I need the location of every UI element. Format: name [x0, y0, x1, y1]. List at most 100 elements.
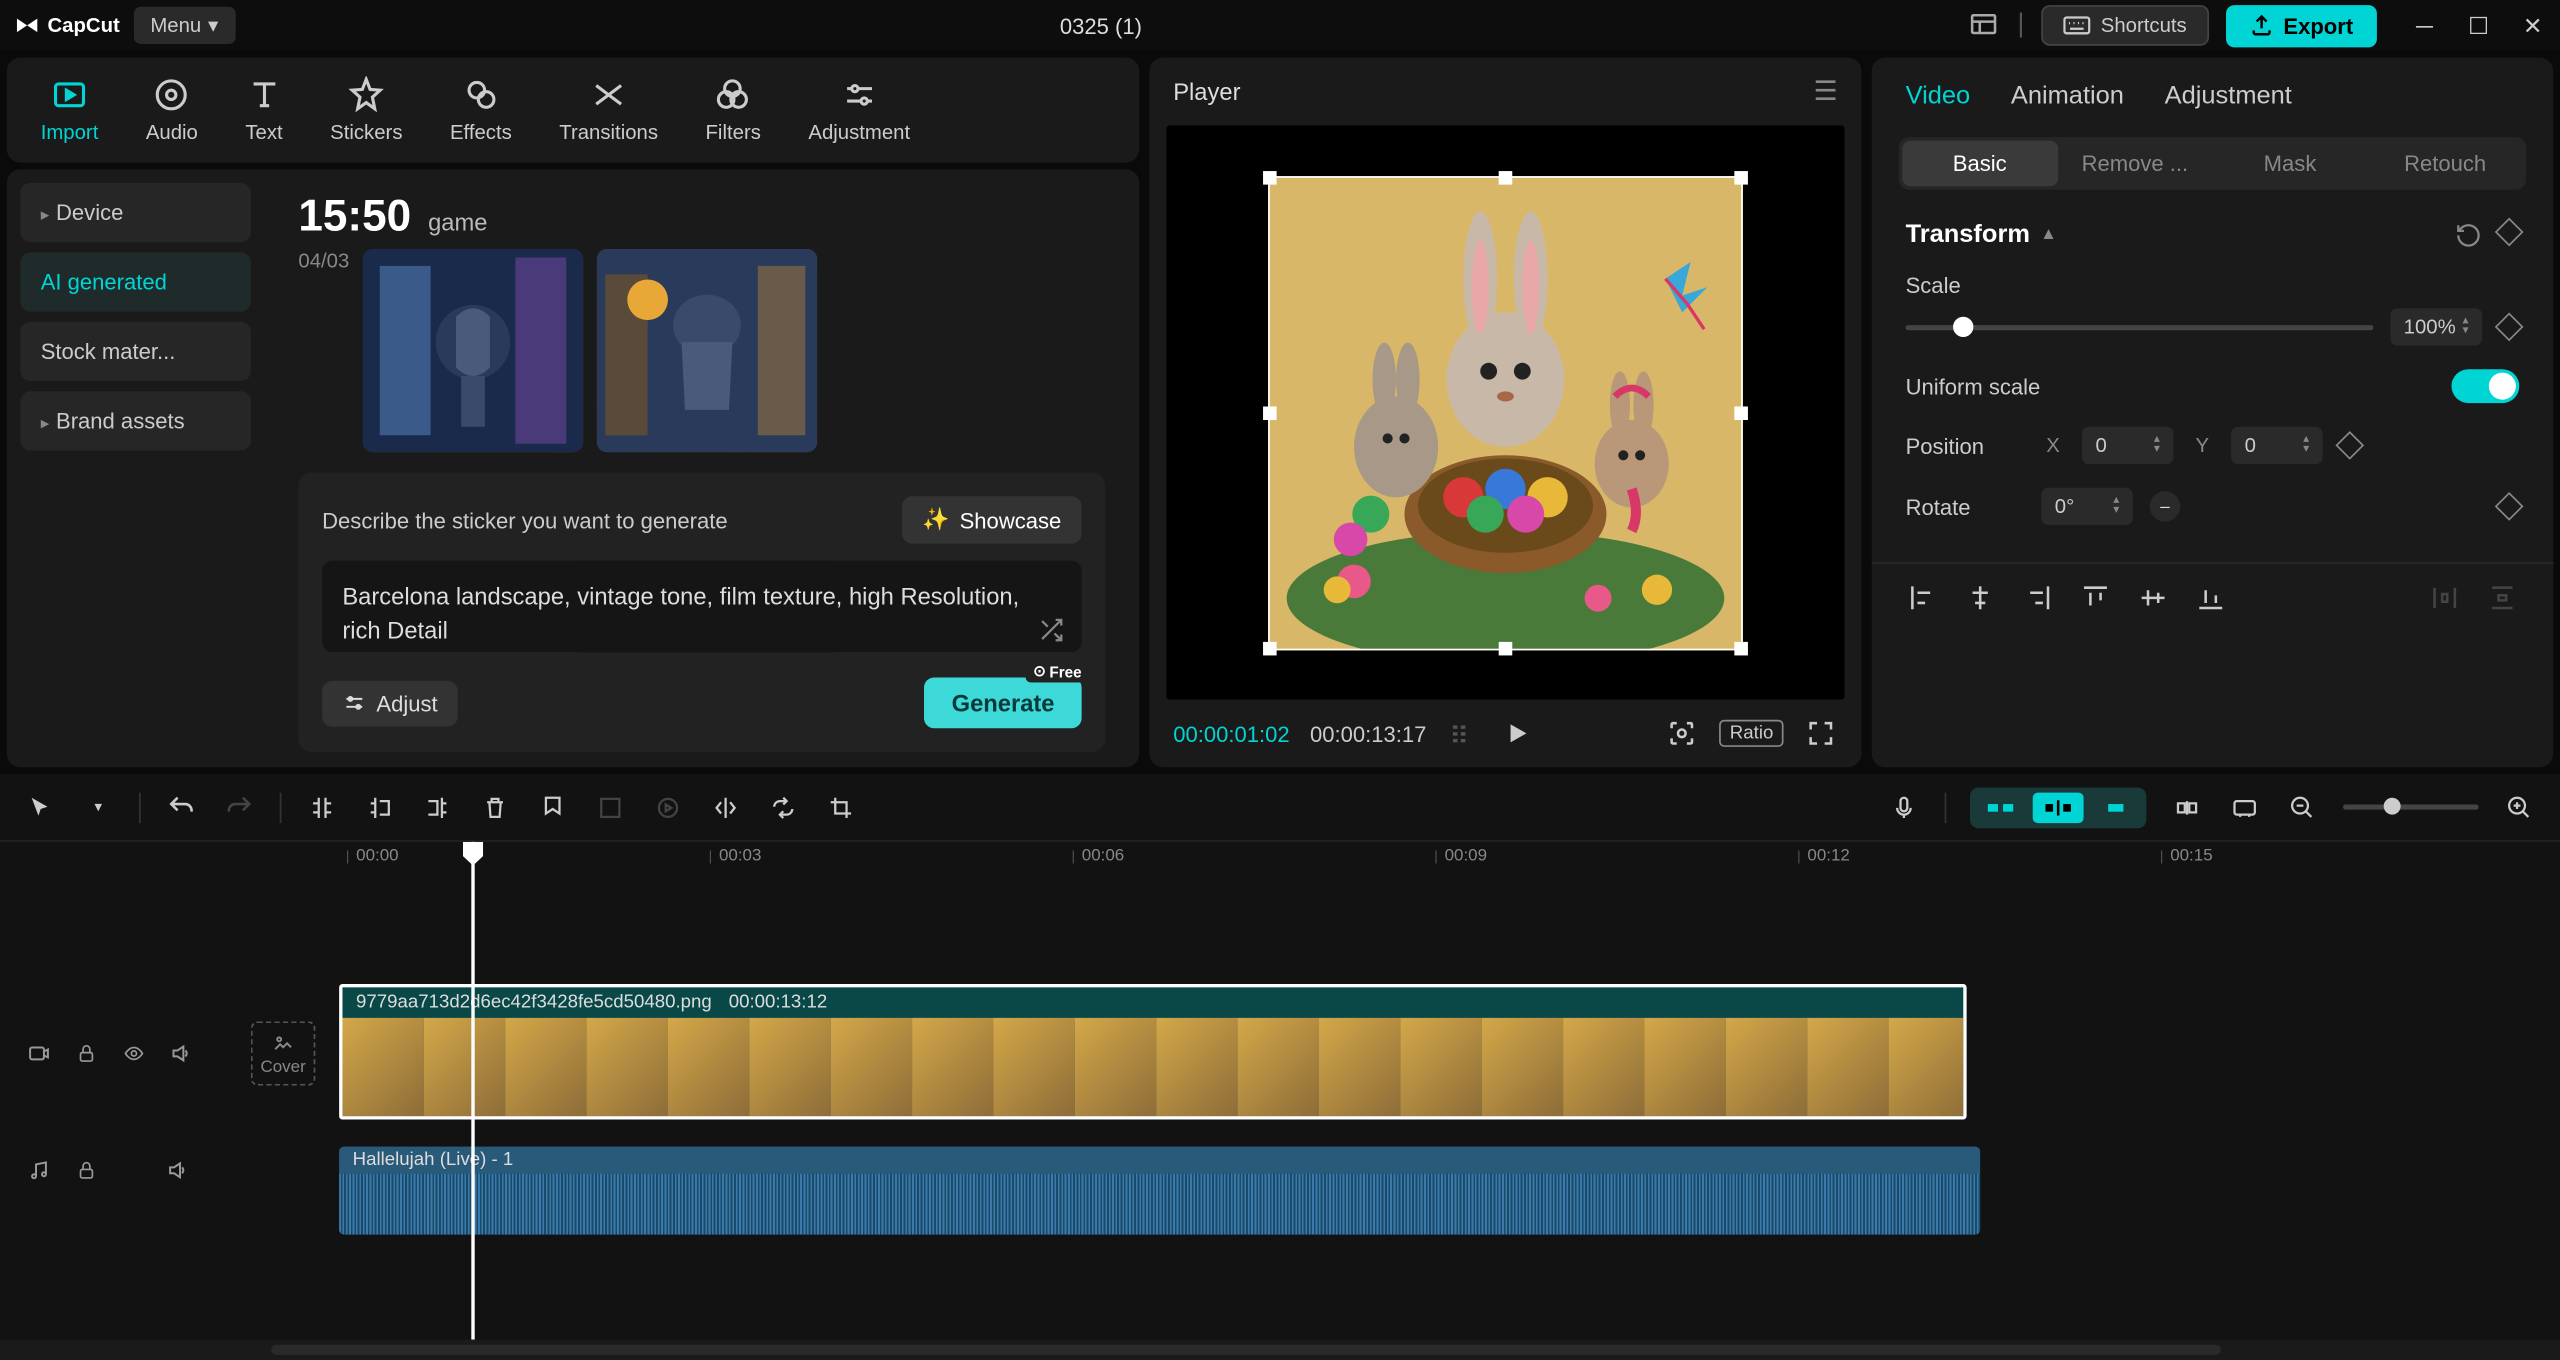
cursor-dropdown[interactable]: ▾ [81, 790, 115, 824]
tab-audio[interactable]: Audio [122, 66, 222, 154]
subtab-retouch[interactable]: Retouch [2368, 141, 2523, 187]
zoom-slider[interactable] [2343, 804, 2479, 809]
transform-header[interactable]: Transform ▲ [1906, 220, 2520, 249]
shuffle-icon[interactable] [1038, 616, 1065, 643]
align-center-h-icon[interactable] [1963, 581, 1997, 615]
tab-effects[interactable]: Effects [426, 66, 535, 154]
undo-button[interactable] [164, 790, 198, 824]
clip-duration: 00:00:13:12 [729, 992, 828, 1012]
player-title: Player [1173, 78, 1240, 105]
position-y[interactable]: 0▴▾ [2231, 427, 2323, 464]
scale-keyframe[interactable] [2495, 313, 2524, 342]
right-tab-adjustment[interactable]: Adjustment [2165, 81, 2292, 110]
track-lock-icon-2[interactable] [71, 1155, 102, 1185]
timeline-scrollbar[interactable] [0, 1340, 2560, 1360]
sidebar-item-ai-generated[interactable]: AI generated [20, 252, 251, 311]
subtab-mask[interactable]: Mask [2212, 141, 2367, 187]
video-clip[interactable]: 9779aa713d2d6ec42f3428fe5cd50480.png 00:… [339, 984, 1967, 1119]
right-tab-video[interactable]: Video [1906, 81, 1971, 110]
reset-icon[interactable] [2455, 221, 2482, 248]
tab-filters[interactable]: Filters [682, 66, 785, 154]
rotate-button[interactable] [766, 790, 800, 824]
playhead[interactable] [471, 842, 474, 1340]
marker-button[interactable] [536, 790, 570, 824]
snap-mode-3[interactable] [2090, 792, 2141, 822]
generate-panel: Describe the sticker you want to generat… [298, 473, 1105, 752]
close-button[interactable]: ✕ [2519, 12, 2546, 39]
generate-hint: Describe the sticker you want to generat… [322, 507, 728, 532]
fullscreen-icon[interactable] [1804, 716, 1838, 750]
audio-clip[interactable]: Hallelujah (Live) - 1 [339, 1147, 1980, 1235]
delete-button[interactable] [478, 790, 512, 824]
tool-c[interactable] [2170, 790, 2204, 824]
track-video-icon[interactable] [24, 1038, 55, 1068]
maximize-button[interactable]: ☐ [2465, 12, 2492, 39]
timeline-ruler[interactable]: 00:00 00:03 00:06 00:09 00:12 00:15 [339, 842, 2560, 879]
sidebar-item-device[interactable]: ▸Device [20, 183, 251, 242]
scale-value[interactable]: 100%▴▾ [2390, 308, 2482, 345]
right-tab-animation[interactable]: Animation [2011, 81, 2124, 110]
crop-button[interactable] [824, 790, 858, 824]
tab-adjustment[interactable]: Adjustment [785, 66, 934, 154]
play-button[interactable] [1501, 716, 1535, 750]
position-keyframe[interactable] [2335, 431, 2364, 460]
subtab-basic[interactable]: Basic [1902, 141, 2057, 187]
track-lock-icon[interactable] [71, 1038, 102, 1068]
split-button[interactable] [305, 790, 339, 824]
generate-button[interactable]: ⊙ Free Generate [924, 677, 1081, 728]
mic-button[interactable] [1887, 790, 1921, 824]
track-mute-icon-2[interactable] [163, 1155, 194, 1185]
subtab-remove[interactable]: Remove ... [2057, 141, 2212, 187]
layout-icon[interactable] [1967, 8, 2001, 42]
track-mute-icon[interactable] [166, 1038, 197, 1068]
snap-mode-2[interactable] [2033, 792, 2084, 822]
ratio-button[interactable]: Ratio [1720, 720, 1784, 747]
scan-icon[interactable] [1665, 716, 1699, 750]
track-visible-icon[interactable] [119, 1038, 150, 1068]
tab-text[interactable]: Text [222, 66, 307, 154]
export-button[interactable]: Export [2226, 4, 2377, 46]
zoom-out-button[interactable] [2285, 790, 2319, 824]
uniform-toggle[interactable] [2451, 369, 2519, 403]
media-thumb-1[interactable] [363, 249, 583, 452]
redo-button[interactable] [222, 790, 256, 824]
player-menu-icon[interactable]: ☰ [1813, 75, 1837, 109]
zoom-in-button[interactable] [2502, 790, 2536, 824]
align-top-icon[interactable] [2079, 581, 2113, 615]
rotate-dial[interactable]: – [2150, 491, 2181, 521]
rotate-keyframe[interactable] [2495, 492, 2524, 521]
snap-mode-1[interactable] [1975, 792, 2026, 822]
cover-button[interactable]: Cover [251, 1021, 315, 1085]
tab-stickers[interactable]: Stickers [306, 66, 426, 154]
tab-transitions[interactable]: Transitions [536, 66, 682, 154]
tab-import[interactable]: Import [17, 66, 122, 154]
menu-button[interactable]: Menu ▾ [133, 7, 235, 44]
trim-right-button[interactable] [420, 790, 454, 824]
keyframe-diamond-icon[interactable] [2495, 217, 2524, 246]
scale-slider[interactable] [1906, 324, 2374, 329]
player-canvas[interactable] [1166, 125, 1844, 699]
shortcuts-button[interactable]: Shortcuts [2041, 5, 2208, 46]
canvas-selection[interactable] [1268, 175, 1743, 649]
align-left-icon[interactable] [1906, 581, 1940, 615]
cursor-tool[interactable] [24, 790, 58, 824]
list-icon[interactable] [1447, 716, 1481, 750]
trim-left-button[interactable] [363, 790, 397, 824]
sidebar-item-brand[interactable]: ▸Brand assets [20, 391, 251, 450]
tool-d[interactable] [2228, 790, 2262, 824]
align-right-icon[interactable] [2021, 581, 2055, 615]
minimize-button[interactable]: ─ [2411, 12, 2438, 39]
rotate-value[interactable]: 0°▴▾ [2041, 488, 2133, 525]
track-audio-icon[interactable] [24, 1155, 55, 1185]
position-x[interactable]: 0▴▾ [2082, 427, 2174, 464]
prompt-input[interactable] [322, 561, 1082, 652]
adjust-button[interactable]: Adjust [322, 680, 458, 726]
mirror-button[interactable] [709, 790, 743, 824]
media-thumb-2[interactable] [597, 249, 817, 452]
align-bottom-icon[interactable] [2194, 581, 2228, 615]
export-icon [2249, 14, 2273, 38]
snap-toggle-group [1970, 787, 2146, 828]
align-center-v-icon[interactable] [2136, 581, 2170, 615]
showcase-button[interactable]: ✨Showcase [902, 496, 1082, 543]
sidebar-item-stock[interactable]: Stock mater... [20, 322, 251, 381]
